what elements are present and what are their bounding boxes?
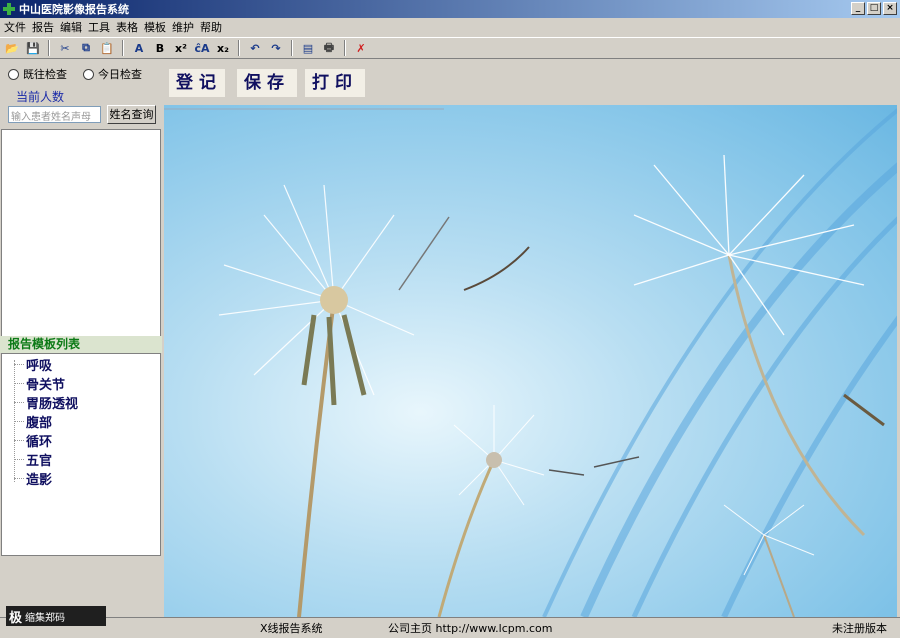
template-item-circulation[interactable]: 循环	[14, 431, 52, 450]
template-item-respiratory[interactable]: 呼吸	[14, 355, 52, 374]
status-bar: X线报告系统 公司主页 http://www.lcpm.com 未注册版本	[0, 617, 900, 638]
patient-name-input[interactable]: 输入患者姓名声母	[8, 106, 101, 123]
today-exam-radio[interactable]: 今日检查	[83, 66, 142, 82]
ime-name-label: 缩集郑码	[25, 612, 66, 624]
maximize-button[interactable]: □	[867, 2, 881, 15]
history-exam-radio[interactable]: 既往检查	[8, 66, 67, 82]
status-registration: 未注册版本	[832, 622, 887, 635]
history-exam-label: 既往检查	[23, 68, 67, 81]
menu-table[interactable]: 表格	[116, 19, 138, 35]
patient-count-label: 当前人数	[16, 90, 65, 104]
ime-toolbar[interactable]: 极 缩集郑码	[6, 606, 106, 626]
menu-bar: 文件 报告 编辑 工具 表格 模板 维护 帮助	[0, 18, 900, 36]
toolbar: 📂 💾 ✂ ⧉ 📋 A B x² ĉA x₂ ↶ ↷ ▤ 🖶 ✗	[0, 37, 900, 59]
toolbar-separator	[48, 40, 50, 56]
close-button[interactable]: ×	[883, 2, 897, 15]
template-item-abdomen[interactable]: 腹部	[14, 412, 52, 431]
print-button[interactable]: 打印	[305, 69, 365, 97]
report-canvas[interactable]	[164, 105, 897, 617]
redo-icon[interactable]: ↷	[267, 39, 285, 57]
today-exam-label: 今日检查	[98, 68, 142, 81]
menu-tools[interactable]: 工具	[88, 19, 110, 35]
radio-circle[interactable]	[8, 68, 19, 80]
save-button[interactable]: 保存	[237, 69, 297, 97]
status-system-name: X线报告系统	[260, 622, 323, 635]
subscript-icon[interactable]: x₂	[214, 39, 232, 57]
save-icon[interactable]: 💾	[24, 39, 42, 57]
template-item-gi-fluoroscopy[interactable]: 胃肠透视	[14, 393, 78, 412]
menu-file[interactable]: 文件	[4, 19, 26, 35]
font-icon[interactable]: A	[130, 39, 148, 57]
window-title: 中山医院影像报告系统	[19, 3, 129, 16]
title-bar: 中山医院影像报告系统 _ □ ×	[0, 0, 900, 18]
ime-mode-icon: 极	[9, 610, 23, 626]
open-folder-icon[interactable]: 📂	[3, 39, 21, 57]
menu-edit[interactable]: 编辑	[60, 19, 82, 35]
undo-icon[interactable]: ↶	[246, 39, 264, 57]
menu-template[interactable]: 模板	[144, 19, 166, 35]
app-cross-icon	[3, 3, 15, 15]
action-bar: 登记 保存 打印	[164, 61, 900, 105]
window-controls: _ □ ×	[851, 2, 897, 15]
toolbar-separator	[238, 40, 240, 56]
preview-icon[interactable]: ▤	[299, 39, 317, 57]
radio-circle[interactable]	[83, 68, 94, 80]
register-button[interactable]: 登记	[169, 69, 225, 97]
template-list-header: 报告模板列表	[0, 336, 162, 353]
font-size-icon[interactable]: ĉA	[193, 39, 211, 57]
bold-icon[interactable]: B	[151, 39, 169, 57]
toolbar-separator	[291, 40, 293, 56]
toolbar-separator	[344, 40, 346, 56]
toolbar-separator	[122, 40, 124, 56]
superscript-icon[interactable]: x²	[172, 39, 190, 57]
template-item-contrast[interactable]: 造影	[14, 469, 52, 488]
exam-radio-group: 既往检查 今日检查	[8, 66, 142, 82]
menu-help[interactable]: 帮助	[200, 19, 222, 35]
status-company-homepage: 公司主页 http://www.lcpm.com	[388, 622, 553, 635]
print-icon[interactable]: 🖶	[320, 39, 338, 57]
template-tree: 呼吸 骨关节 胃肠透视 腹部 循环 五官 造影	[1, 353, 161, 556]
minimize-button[interactable]: _	[851, 2, 865, 15]
cut-icon[interactable]: ✂	[56, 39, 74, 57]
template-item-ent[interactable]: 五官	[14, 450, 52, 469]
copy-icon[interactable]: ⧉	[77, 39, 95, 57]
menu-maintain[interactable]: 维护	[172, 19, 194, 35]
template-item-bone-joint[interactable]: 骨关节	[14, 374, 65, 393]
menu-report[interactable]: 报告	[32, 19, 54, 35]
dandelion-background-image	[164, 108, 897, 617]
paste-icon[interactable]: 📋	[98, 39, 116, 57]
name-search-button[interactable]: 姓名查询	[107, 105, 156, 124]
exit-icon[interactable]: ✗	[352, 39, 370, 57]
